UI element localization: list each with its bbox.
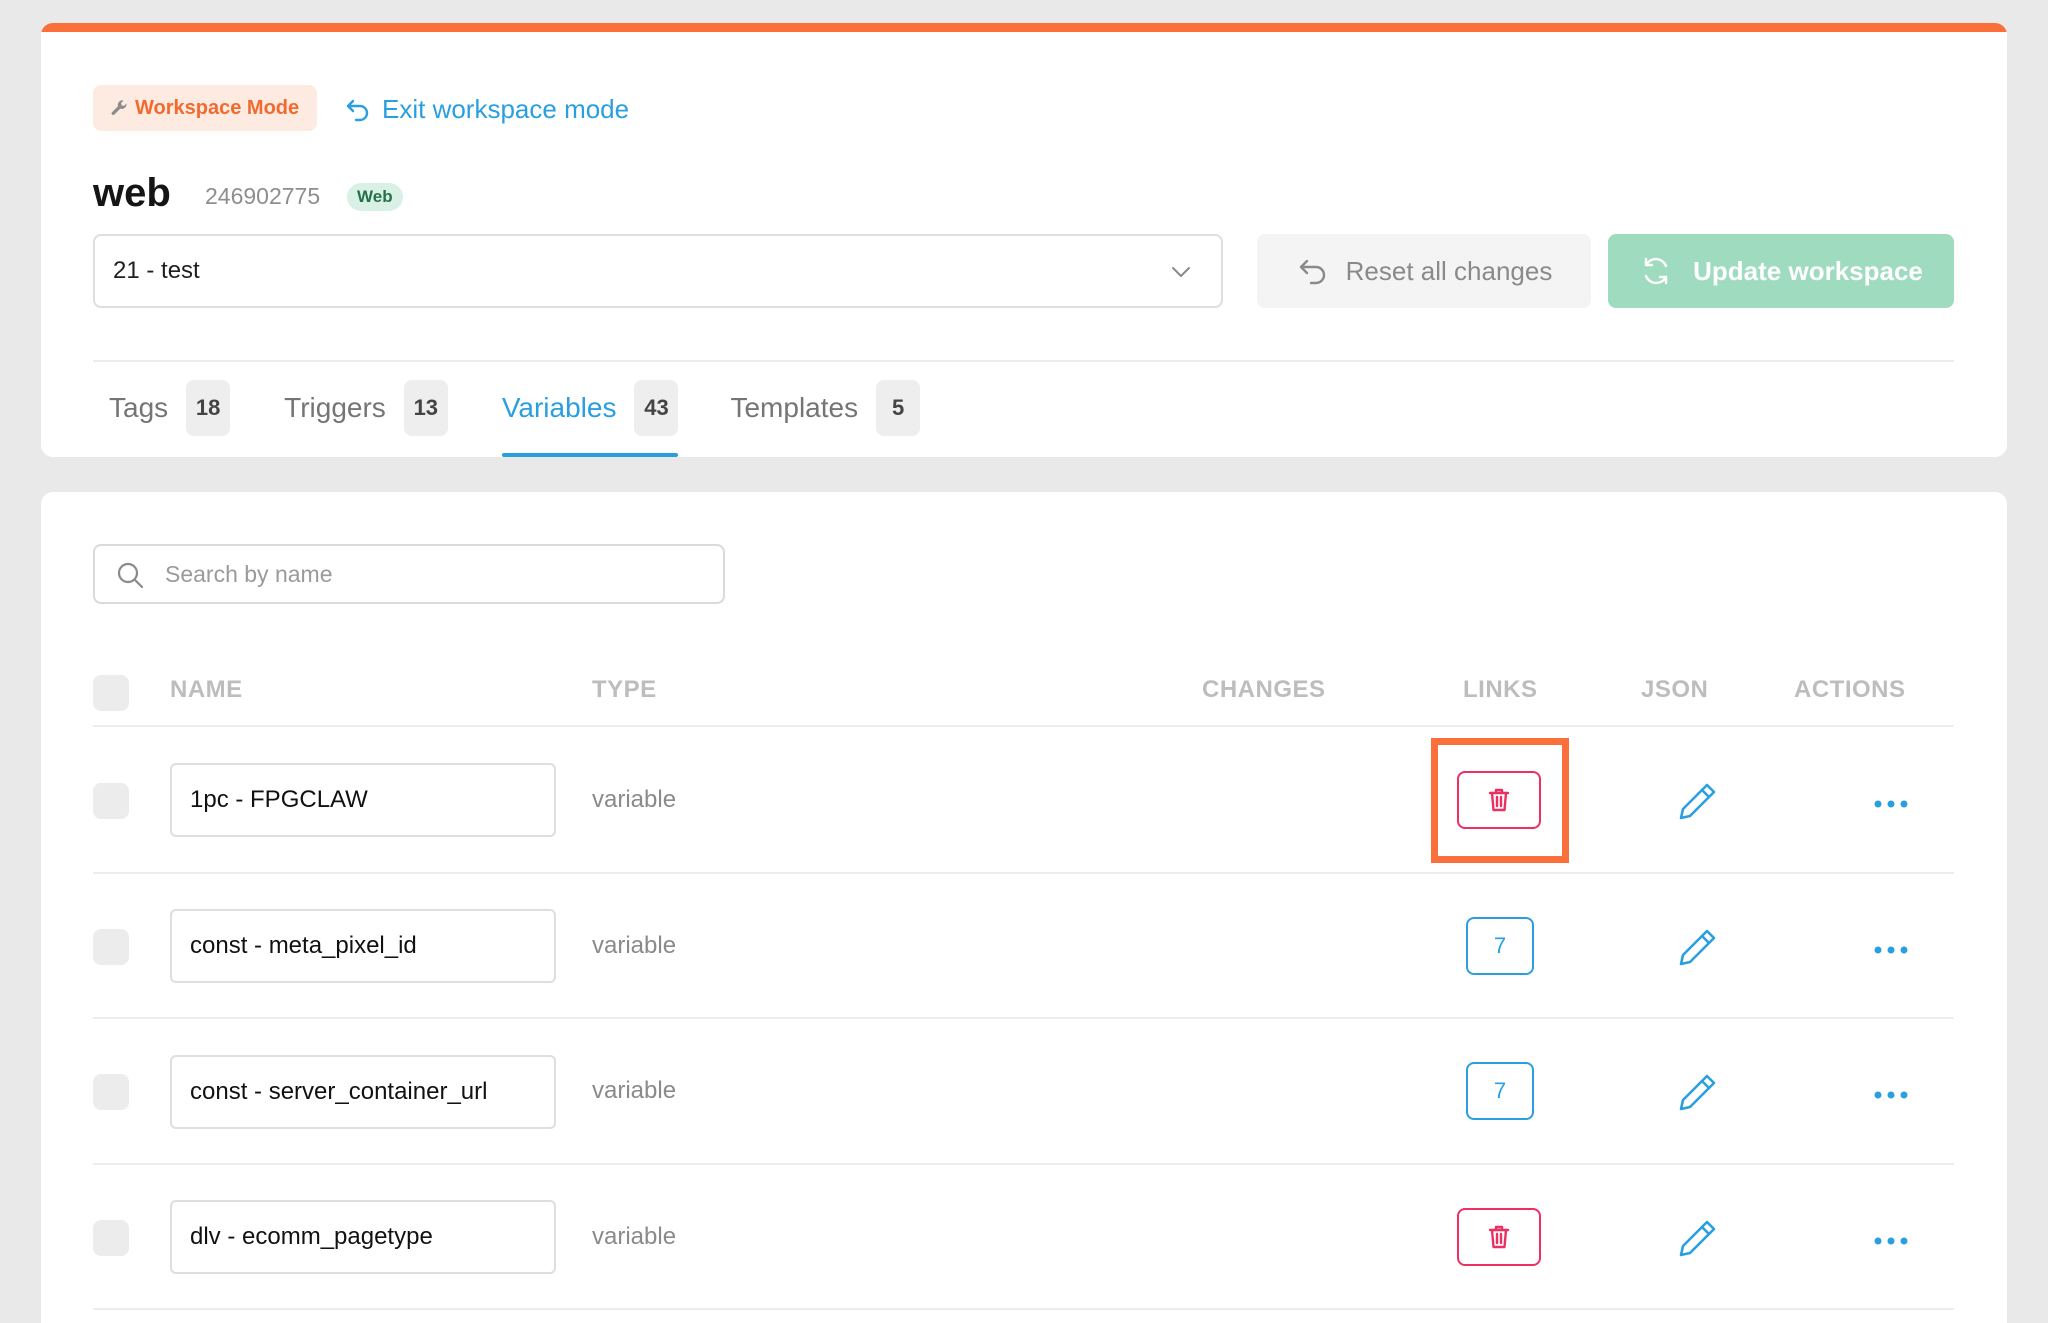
column-header-actions: ACTIONS xyxy=(1794,676,1906,703)
reset-all-changes-label: Reset all changes xyxy=(1345,255,1553,286)
header-divider xyxy=(93,360,1954,362)
workspace-version-select[interactable]: 21 - test xyxy=(93,234,1223,308)
delete-variable-button[interactable] xyxy=(1457,771,1541,829)
tab-templates-label: Templates xyxy=(730,391,859,423)
pencil-icon[interactable] xyxy=(1675,778,1721,824)
column-header-json: JSON xyxy=(1641,676,1709,703)
column-header-name: NAME xyxy=(170,676,243,703)
tab-tags[interactable]: Tags 18 xyxy=(109,379,231,457)
tab-variables[interactable]: Variables 43 xyxy=(501,379,679,457)
pencil-icon[interactable] xyxy=(1675,924,1721,970)
refresh-icon xyxy=(1644,257,1668,285)
column-header-changes: CHANGES xyxy=(1202,676,1326,703)
tab-variables-count: 43 xyxy=(634,379,679,436)
tab-triggers-label: Triggers xyxy=(284,391,386,423)
row-divider xyxy=(93,1017,1954,1019)
tab-tags-label: Tags xyxy=(109,391,169,423)
workspace-header-card: Workspace Mode Exit workspace mode web 2… xyxy=(41,23,2007,457)
more-horizontal-icon[interactable] xyxy=(1873,945,1909,955)
tab-templates-count: 5 xyxy=(876,379,921,436)
exit-workspace-label: Exit workspace mode xyxy=(382,93,630,124)
more-horizontal-icon[interactable] xyxy=(1873,1236,1909,1246)
row-checkbox[interactable] xyxy=(93,1074,129,1110)
variable-type: variable xyxy=(592,786,677,813)
select-all-checkbox[interactable] xyxy=(93,675,129,711)
workspace-version-value: 21 - test xyxy=(113,257,200,284)
tab-triggers-count: 13 xyxy=(403,379,448,436)
variable-name-field[interactable]: 1pc - FPGCLAW xyxy=(170,763,556,837)
search-placeholder: Search by name xyxy=(165,560,333,587)
row-checkbox[interactable] xyxy=(93,783,129,819)
column-header-type: TYPE xyxy=(592,676,657,703)
variable-name-text: 1pc - FPGCLAW xyxy=(190,786,368,813)
search-input[interactable]: Search by name xyxy=(93,544,725,604)
active-tab-indicator xyxy=(501,453,679,457)
row-divider xyxy=(93,1163,1954,1165)
tab-tags-count: 18 xyxy=(186,379,231,436)
container-title: web xyxy=(93,171,171,215)
workspace-mode-badge: Workspace Mode xyxy=(93,85,318,131)
variable-name-field[interactable]: const - meta_pixel_id xyxy=(170,909,556,983)
pencil-icon[interactable] xyxy=(1675,1069,1721,1115)
table-header-divider xyxy=(93,725,1954,727)
update-workspace-label: Update workspace xyxy=(1693,255,1923,286)
chevron-down-icon xyxy=(1172,267,1190,277)
links-count-button[interactable]: 7 xyxy=(1466,917,1534,975)
variable-name-field[interactable]: const - server_container_url xyxy=(170,1055,556,1129)
update-workspace-button[interactable]: Update workspace xyxy=(1608,234,1954,308)
trash-icon xyxy=(1488,788,1510,812)
variable-name-field[interactable]: dlv - ecomm_pagetype xyxy=(170,1200,556,1274)
workspace-mode-label: Workspace Mode xyxy=(135,96,300,119)
undo-arrow-icon xyxy=(1299,259,1325,285)
links-count: 7 xyxy=(1493,933,1507,958)
tab-variables-label: Variables xyxy=(501,391,617,423)
variable-name-text: const - meta_pixel_id xyxy=(190,932,417,959)
links-count: 7 xyxy=(1493,1078,1507,1103)
undo-arrow-icon xyxy=(346,99,369,122)
wrench-icon xyxy=(111,100,127,115)
exit-workspace-link[interactable]: Exit workspace mode xyxy=(344,89,629,129)
variable-type: variable xyxy=(592,1223,677,1250)
row-checkbox[interactable] xyxy=(93,1220,129,1256)
pencil-icon[interactable] xyxy=(1675,1215,1721,1261)
reset-all-changes-button[interactable]: Reset all changes xyxy=(1257,234,1591,308)
row-divider xyxy=(93,1308,1954,1310)
trash-icon xyxy=(1488,1225,1510,1249)
tab-triggers[interactable]: Triggers 13 xyxy=(284,379,448,457)
more-horizontal-icon[interactable] xyxy=(1873,1090,1909,1100)
workspace-accent-bar xyxy=(41,23,2007,32)
tab-bar: Tags 18 Triggers 13 Variables 43 Templat… xyxy=(93,379,921,457)
more-horizontal-icon[interactable] xyxy=(1873,799,1909,809)
search-icon xyxy=(117,562,144,589)
delete-variable-button[interactable] xyxy=(1457,1208,1541,1266)
column-header-links: LINKS xyxy=(1463,676,1538,703)
row-checkbox[interactable] xyxy=(93,929,129,965)
links-count-button[interactable]: 7 xyxy=(1466,1062,1534,1120)
tab-templates[interactable]: Templates 5 xyxy=(730,379,921,457)
variable-type: variable xyxy=(592,1077,677,1104)
environment-badge: Web xyxy=(347,183,403,211)
container-id: 246902775 xyxy=(205,183,321,209)
variable-name-text: dlv - ecomm_pagetype xyxy=(190,1223,433,1250)
variable-name-text: const - server_container_url xyxy=(190,1078,488,1105)
variables-list-card: Search by name NAME TYPE CHANGES LINKS J… xyxy=(41,492,2007,1323)
row-divider xyxy=(93,872,1954,874)
variable-type: variable xyxy=(592,932,677,959)
